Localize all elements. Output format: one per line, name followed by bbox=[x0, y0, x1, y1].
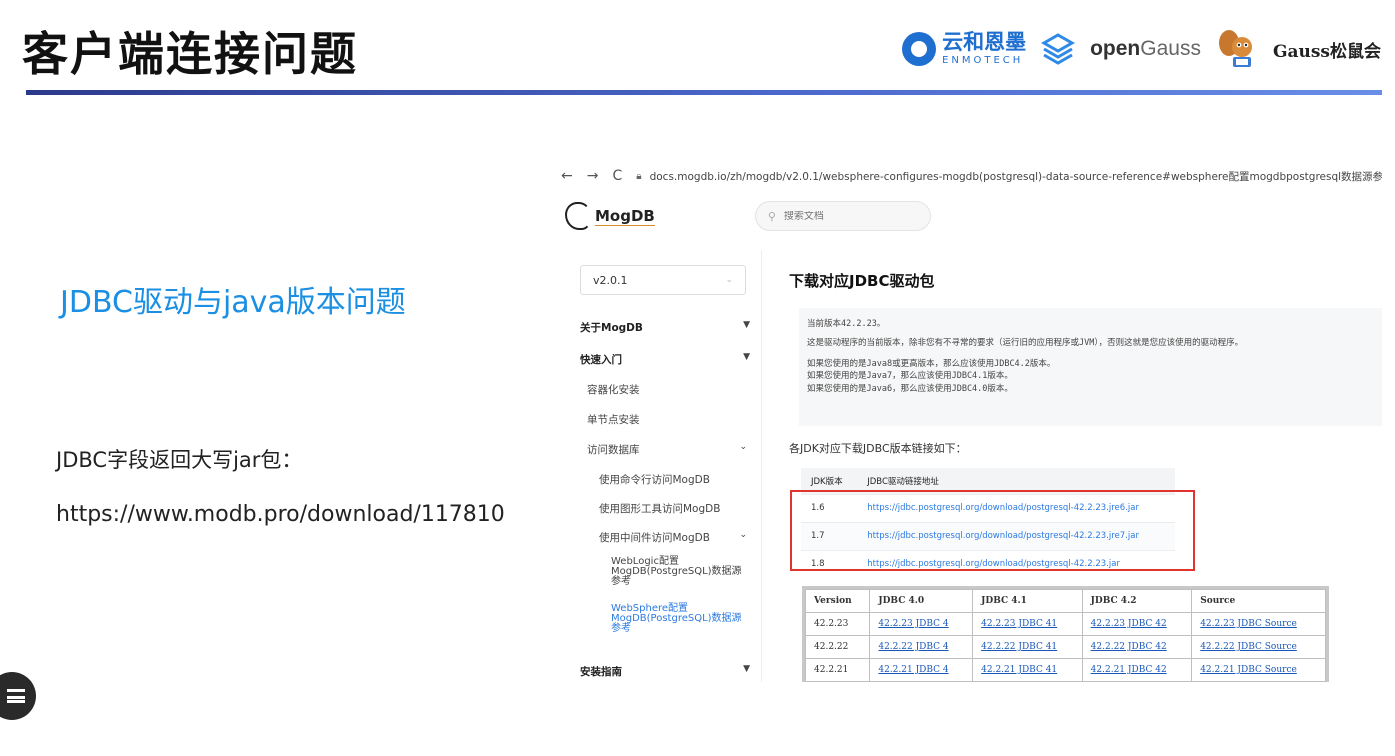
search-input[interactable] bbox=[783, 210, 904, 222]
sidebar-item-middleware-access[interactable]: 使用中间件访问MogDB ⌄ bbox=[599, 530, 747, 545]
download-link-cell[interactable]: 42.2.22 JDBC Source bbox=[1191, 635, 1326, 659]
sidebar-item-cli-access[interactable]: 使用命令行访问MogDB bbox=[599, 472, 747, 487]
section-heading: JDBC驱动与java版本问题 bbox=[60, 285, 406, 320]
caret-down-icon: ▼ bbox=[743, 320, 750, 330]
url-text[interactable]: docs.mogdb.io/zh/mogdb/v2.0.1/websphere-… bbox=[650, 169, 1382, 184]
browser-screenshot: ← → C 🔒︎ docs.mogdb.io/zh/mogdb/v2.0.1/w… bbox=[557, 160, 1382, 682]
squirrel-mascot-icon bbox=[1215, 27, 1259, 71]
mogdb-logo-text: MogDB bbox=[595, 206, 655, 226]
sidebar-item-container-install[interactable]: 容器化安装 bbox=[587, 382, 747, 397]
download-link-cell[interactable]: 42.2.21 JDBC 41 bbox=[972, 658, 1083, 682]
table-header: Version bbox=[804, 589, 871, 613]
site-search[interactable]: ⚲ bbox=[754, 201, 931, 231]
lock-icon: 🔒︎ bbox=[636, 170, 642, 182]
table-row: 42.2.22 42.2.22 JDBC 4 42.2.22 JDBC 41 4… bbox=[804, 635, 1326, 659]
enmotech-en-name: ENMOTECH bbox=[942, 55, 1024, 66]
version-cell: 42.2.21 bbox=[804, 658, 871, 682]
table-header: JDBC 4.0 bbox=[869, 589, 974, 613]
enmotech-logo: 云和恩墨 ENMOTECH bbox=[902, 32, 1026, 66]
code-line: 如果您使用的是Java7，那么应该使用JDBC4.1版本。 bbox=[807, 371, 1013, 382]
jdk-intro: 各JDK对应下载JDBC版本链接如下： bbox=[789, 442, 967, 455]
table-header: JDBC 4.2 bbox=[1081, 589, 1193, 613]
doc-title: 下载对应JDBC驱动包 bbox=[789, 272, 935, 290]
download-link-cell[interactable]: 42.2.21 JDBC 42 bbox=[1081, 658, 1193, 682]
download-link-cell[interactable]: 42.2.22 JDBC 41 bbox=[972, 635, 1083, 659]
version-notes-codebox: 当前版本42.2.23。 这是驱动程序的当前版本，除非您有不寻常的要求（运行旧的… bbox=[799, 308, 1382, 426]
version-cell: 42.2.23 bbox=[804, 612, 871, 636]
table-header: Source bbox=[1191, 589, 1326, 613]
download-link-cell[interactable]: 42.2.21 JDBC 4 bbox=[869, 658, 974, 682]
code-line: 当前版本42.2.23。 bbox=[807, 319, 886, 329]
download-link-cell[interactable]: 42.2.22 JDBC 4 bbox=[869, 635, 974, 659]
table-header: JDBC 4.1 bbox=[972, 589, 1083, 613]
download-link-cell[interactable]: 42.2.23 JDBC 42 bbox=[1081, 612, 1193, 636]
gauss-society-name: Gauss松鼠会 bbox=[1272, 41, 1381, 62]
version-cell: 42.2.22 bbox=[804, 635, 871, 659]
enmotech-cn-name: 云和恩墨 bbox=[942, 30, 1027, 54]
mogdb-mark-icon bbox=[565, 202, 591, 230]
slide-title: 客户端连接问题 bbox=[22, 27, 358, 81]
download-link[interactable]: https://www.modb.pro/download/117810 bbox=[56, 502, 505, 527]
sidebar-item-access-db[interactable]: 访问数据库 ⌄ bbox=[587, 442, 747, 457]
sidebar-item-about[interactable]: 关于MogDB ▼ bbox=[580, 320, 750, 335]
logo-group: 云和恩墨 ENMOTECH openGauss Gauss松鼠会 bbox=[902, 24, 1381, 74]
header-divider bbox=[26, 90, 1382, 95]
note-text: JDBC字段返回大写jar包： bbox=[56, 448, 303, 472]
search-icon: ⚲ bbox=[767, 209, 776, 223]
address-bar: ← → C 🔒︎ docs.mogdb.io/zh/mogdb/v2.0.1/w… bbox=[557, 160, 1382, 192]
doc-content: 下载对应JDBC驱动包 当前版本42.2.23。 这是驱动程序的当前版本，除非您… bbox=[789, 270, 1382, 578]
download-link-cell[interactable]: 42.2.21 JDBC Source bbox=[1191, 658, 1326, 682]
caret-down-icon: ▼ bbox=[743, 352, 750, 362]
code-line: 如果您使用的是Java6，那么应该使用JDBC4.0版本。 bbox=[807, 384, 1013, 394]
caret-down-icon: ▼ bbox=[743, 664, 750, 674]
version-table: Version JDBC 4.0 JDBC 4.1 JDBC 4.2 Sourc… bbox=[804, 589, 1326, 682]
chevron-down-icon: ⌄ bbox=[739, 530, 747, 540]
download-link-cell[interactable]: 42.2.23 JDBC 4 bbox=[869, 612, 974, 636]
version-value: v2.0.1 bbox=[593, 273, 628, 287]
chevron-down-icon: ⌄ bbox=[739, 442, 747, 452]
doc-sidebar: v2.0.1 ⌄ 关于MogDB ▼ 快速入门 ▼ 容器化安装 单节点安装 访问数据… bbox=[557, 250, 762, 682]
enmotech-mark-icon bbox=[902, 32, 937, 66]
sidebar-item-weblogic[interactable]: WebLogic配置MogDB(PostgreSQL)数据源参考 bbox=[611, 557, 746, 587]
opengauss-layers-icon bbox=[1040, 31, 1076, 67]
site-header: MogDB ⚲ bbox=[557, 196, 1382, 236]
sidebar-item-install-guide[interactable]: 安装指南 ▼ bbox=[580, 664, 750, 679]
arrow-right-icon[interactable]: → bbox=[587, 168, 599, 184]
sidebar-item-quickstart[interactable]: 快速入门 ▼ bbox=[580, 352, 750, 367]
version-table-frame: Version JDBC 4.0 JDBC 4.1 JDBC 4.2 Sourc… bbox=[802, 586, 1329, 682]
mogdb-logo[interactable]: MogDB bbox=[565, 202, 655, 230]
code-line: 如果您使用的是Java8或更高版本，那么应该使用JDBC4.2版本。 bbox=[807, 358, 1056, 369]
highlight-box bbox=[790, 490, 1195, 571]
table-row: 42.2.23 42.2.23 JDBC 4 42.2.23 JDBC 41 4… bbox=[804, 612, 1326, 636]
table-row: 42.2.21 42.2.21 JDBC 4 42.2.21 JDBC 41 4… bbox=[804, 658, 1326, 682]
chevron-down-icon: ⌄ bbox=[725, 275, 733, 285]
opengauss-logo: openGauss bbox=[1090, 37, 1201, 61]
opengauss-prefix: open bbox=[1090, 37, 1141, 60]
code-line: 这是驱动程序的当前版本，除非您有不寻常的要求（运行旧的应用程序或JVM），否则这… bbox=[807, 337, 1244, 348]
opengauss-suffix: Gauss bbox=[1140, 37, 1201, 60]
download-link-cell[interactable]: 42.2.23 JDBC Source bbox=[1191, 612, 1326, 636]
sidebar-item-gui-access[interactable]: 使用图形工具访问MogDB bbox=[599, 501, 747, 516]
slide: 客户端连接问题 云和恩墨 ENMOTECH openGauss Gauss松鼠会… bbox=[0, 0, 1395, 756]
version-select[interactable]: v2.0.1 ⌄ bbox=[580, 265, 746, 295]
download-link-cell[interactable]: 42.2.23 JDBC 41 bbox=[972, 612, 1083, 636]
sidebar-item-websphere[interactable]: WebSphere配置MogDB(PostgreSQL)数据源参考 bbox=[611, 604, 746, 634]
menu-button[interactable] bbox=[0, 672, 36, 720]
arrow-left-icon[interactable]: ← bbox=[561, 168, 573, 184]
menu-icon bbox=[7, 689, 25, 703]
download-link-cell[interactable]: 42.2.22 JDBC 42 bbox=[1081, 635, 1193, 659]
sidebar-item-single-node-install[interactable]: 单节点安装 bbox=[587, 412, 747, 427]
reload-icon[interactable]: C bbox=[612, 168, 622, 184]
